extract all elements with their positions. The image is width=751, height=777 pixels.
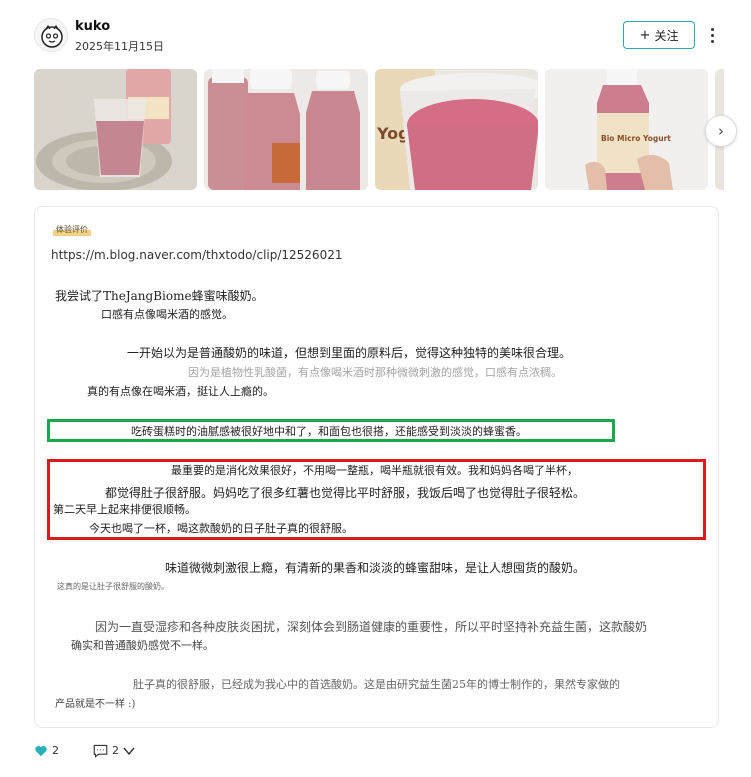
- author-name[interactable]: kuko: [75, 19, 110, 34]
- gallery-image-3[interactable]: Yog: [375, 69, 538, 190]
- review-line: 这真的是让肚子很舒服的酸奶。: [57, 582, 169, 591]
- chevron-down-icon[interactable]: [122, 744, 136, 758]
- review-line: 今天也喝了一杯，喝这款酸奶的日子肚子真的很舒服。: [89, 522, 353, 535]
- gallery-image-2[interactable]: [204, 69, 368, 190]
- gallery-next-button[interactable]: ›: [705, 115, 737, 147]
- review-line: 味道微微刺激很上瘾，有清新的果香和淡淡的蜂蜜甜味，是让人想囤货的酸奶。: [165, 561, 586, 575]
- follow-button[interactable]: + 关注: [623, 21, 695, 49]
- review-line: 最重要的是消化效果很好，不用喝一整瓶，喝半瓶就很有效。我和妈妈各喝了半杯，: [171, 464, 578, 477]
- review-line: 肚子真的很舒服，已经成为我心中的首选酸奶。这是由研究益生菌25年的博士制作的，果…: [133, 678, 620, 691]
- review-line: 口感有点像喝米酒的感觉。: [101, 308, 233, 321]
- review-tag: 体验评价: [53, 223, 91, 236]
- source-url[interactable]: https://m.blog.naver.com/thxtodo/clip/12…: [51, 248, 342, 262]
- review-line: 因为是植物性乳酸菌，有点像喝米酒时那种微微刺激的感觉，口感有点浓稠。: [188, 366, 562, 379]
- gallery-image-4[interactable]: Bio Micro Yogurt: [545, 69, 708, 190]
- review-card: 体验评价 https://m.blog.naver.com/thxtodo/cl…: [34, 206, 719, 728]
- review-line: 都觉得肚子很舒服。妈妈吃了很多红薯也觉得比平时舒服，我饭后喝了也觉得肚子很轻松。: [105, 486, 586, 500]
- follow-label: 关注: [654, 28, 679, 43]
- gallery-image-1[interactable]: [34, 69, 197, 190]
- post-footer: 2 2: [34, 740, 334, 764]
- post-date: 2025年11月15日: [75, 40, 164, 53]
- image-gallery: Yog Bio Micro Yogurt: [34, 69, 724, 190]
- comment-count: 2: [112, 744, 119, 757]
- like-count: 2: [52, 744, 59, 757]
- comment-icon[interactable]: [93, 744, 108, 758]
- review-line: 产品就是不一样 :): [55, 699, 136, 710]
- bottle-brand-text: Bio Micro Yogurt: [601, 134, 671, 143]
- review-line: 确实和普通酸奶感觉不一样。: [71, 639, 214, 652]
- review-line: 吃砖蛋糕时的油腻感被很好地中和了，和面包也很搭，还能感受到淡淡的蜂蜜香。: [131, 425, 527, 438]
- more-options-icon[interactable]: [706, 26, 718, 46]
- heart-icon[interactable]: [34, 744, 48, 758]
- plus-icon: +: [639, 27, 651, 43]
- review-line: 第二天早上起来排便很顺畅。: [53, 503, 196, 516]
- post-header: kuko 2025年11月15日 + 关注: [34, 16, 724, 58]
- review-line: 真的有点像在喝米酒，挺让人上瘾的。: [87, 385, 274, 398]
- review-line: 我尝试了TheJangBiome蜂蜜味酸奶。: [55, 289, 264, 303]
- chevron-right-icon: ›: [718, 122, 724, 140]
- avatar[interactable]: [34, 18, 68, 52]
- review-line: 因为一直受湿疹和各种皮肤炎困扰，深刻体会到肠道健康的重要性，所以平时坚持补充益生…: [95, 620, 648, 634]
- avatar-face-icon: [41, 24, 63, 48]
- review-line: 一开始以为是普通酸奶的味道，但想到里面的原料后，觉得这种独特的美味很合理。: [127, 346, 572, 360]
